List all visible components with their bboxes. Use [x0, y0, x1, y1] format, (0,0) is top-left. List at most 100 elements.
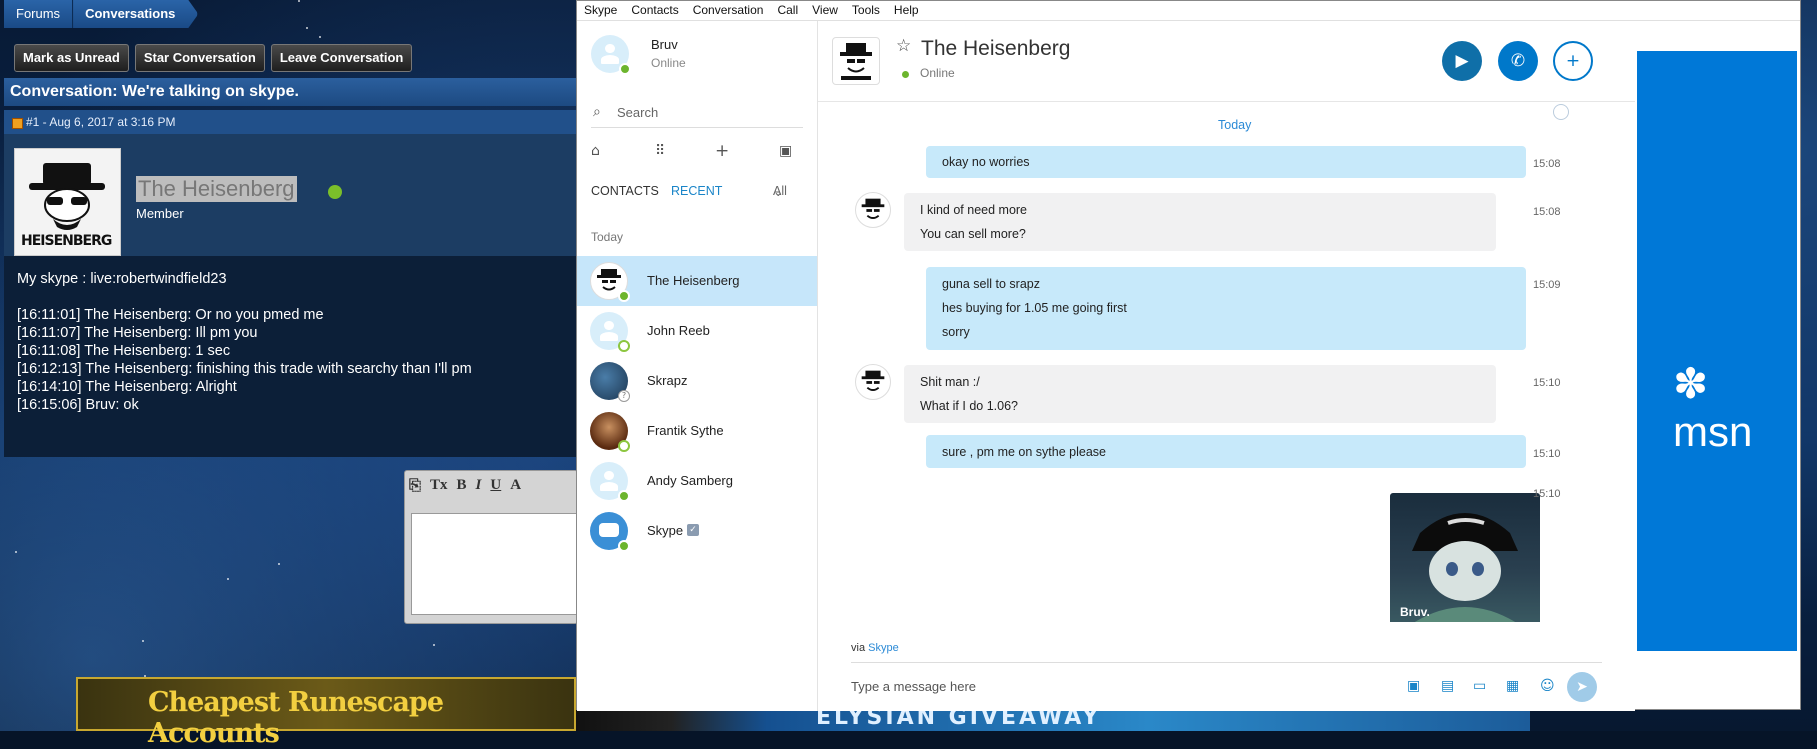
menu-call[interactable]: Call: [770, 1, 805, 20]
contact-item-andy-samberg[interactable]: Andy Samberg: [577, 456, 817, 506]
star-dot: [142, 640, 144, 642]
bot-icon[interactable]: ▣: [779, 143, 792, 159]
video-message-icon[interactable]: ▭: [1473, 678, 1486, 694]
message-incoming[interactable]: Shit man :/ What if I do 1.06?: [904, 365, 1496, 423]
msn-brand: msn: [1673, 408, 1753, 455]
via-skype-link[interactable]: Skype: [868, 642, 899, 654]
skype-window: Skype Contacts Conversation Call View To…: [576, 0, 1801, 711]
message-incoming[interactable]: I kind of need more You can sell more?: [904, 193, 1496, 251]
menu-tools[interactable]: Tools: [845, 1, 887, 20]
post-meta: #1 - Aug 6, 2017 at 3:16 PM: [4, 110, 576, 134]
contact-name: John Reeb: [647, 323, 710, 338]
menu-skype[interactable]: Skype: [577, 1, 624, 20]
my-status-dot: [619, 63, 631, 75]
post-line: [16:12:13] The Heisenberg: finishing thi…: [17, 361, 472, 377]
message-outgoing[interactable]: guna sell to srapz hes buying for 1.05 m…: [926, 267, 1526, 350]
search-icon: ⌕: [593, 103, 601, 119]
menu-view[interactable]: View: [805, 1, 845, 20]
post-line: [16:11:07] The Heisenberg: Ill pm you: [17, 325, 258, 341]
add-people-button[interactable]: +: [1553, 41, 1593, 81]
message-text: guna sell to srapz: [942, 277, 1040, 291]
menu-contacts[interactable]: Contacts: [624, 1, 685, 20]
star-dot: [227, 578, 229, 580]
chat-pane: ☆ The Heisenberg Online ▶ ✆ + Today okay…: [818, 21, 1635, 711]
font-color-button[interactable]: A: [510, 477, 521, 495]
conversation-actions: Mark as Unread Star Conversation Leave C…: [14, 44, 413, 72]
message-text: okay no worries: [942, 155, 1030, 169]
menu-help[interactable]: Help: [887, 1, 926, 20]
italic-button[interactable]: I: [476, 477, 482, 495]
status-offline-dot: [618, 340, 630, 352]
leave-conversation-button[interactable]: Leave Conversation: [270, 44, 413, 72]
globe-icon[interactable]: [1553, 104, 1569, 120]
menu-conversation[interactable]: Conversation: [686, 1, 771, 20]
message-outgoing[interactable]: sure , pm me on sythe please: [926, 435, 1526, 468]
post-meta-text[interactable]: #1 - Aug 6, 2017 at 3:16 PM: [26, 115, 175, 129]
banner-text: Cheapest Runescape Accounts: [148, 687, 444, 749]
post-line: My skype : live:robertwindfield23: [17, 271, 227, 287]
search-box[interactable]: ⌕ Search: [591, 99, 803, 128]
format-icon[interactable]: ⎘: [409, 477, 421, 495]
add-icon[interactable]: +: [715, 141, 729, 161]
contact-name: Andy Samberg: [647, 473, 733, 488]
chat-avatar[interactable]: [832, 37, 880, 85]
clear-format-icon[interactable]: Tx: [430, 477, 448, 495]
status-online-dot: [618, 540, 630, 552]
send-file-icon[interactable]: ▤: [1441, 678, 1454, 694]
heisenberg-avatar-icon: [840, 43, 872, 80]
contact-item-skrapz[interactable]: ? Skrapz: [577, 356, 817, 406]
star-dot: [306, 27, 308, 29]
msn-ad-panel[interactable]: ✽ msn Microsoft: [1637, 51, 1797, 690]
send-contact-icon[interactable]: ▦: [1506, 678, 1519, 694]
breadcrumb: Forums Conversations: [4, 0, 199, 28]
contact-item-john-reeb[interactable]: John Reeb: [577, 306, 817, 356]
reply-textarea[interactable]: [411, 513, 577, 615]
video-call-button[interactable]: ▶: [1442, 41, 1482, 81]
giveaway-banner-ad[interactable]: ELYSIAN GIVEAWAY: [576, 705, 1530, 731]
my-status[interactable]: Online: [651, 56, 686, 70]
author-avatar[interactable]: HEISENBERG: [14, 148, 121, 256]
editor-toolbar: ⎘ Tx B I U A: [409, 477, 521, 495]
via-label: via Skype: [851, 642, 899, 654]
tab-recent[interactable]: RECENT: [671, 184, 722, 198]
contact-name: The Heisenberg: [647, 273, 740, 288]
message-text: sure , pm me on sythe please: [942, 445, 1106, 459]
msn-logo: ✽ msn: [1673, 359, 1797, 456]
breadcrumb-conversations[interactable]: Conversations: [73, 0, 199, 28]
send-media-icon[interactable]: ▣: [1407, 678, 1420, 694]
mark-as-unread-button[interactable]: Mark as Unread: [14, 44, 129, 72]
audio-call-button[interactable]: ✆: [1498, 41, 1538, 81]
runescape-banner-ad[interactable]: Cheapest Runescape Accounts: [76, 677, 576, 749]
author-name[interactable]: The Heisenberg: [136, 176, 297, 202]
emoticon-icon[interactable]: ☺: [1540, 678, 1555, 694]
message-outgoing[interactable]: okay no worries: [926, 146, 1526, 178]
contact-item-skype[interactable]: Skype ✓: [577, 506, 817, 556]
message-input-placeholder[interactable]: Type a message here: [851, 679, 976, 694]
favorite-star-icon[interactable]: ☆: [896, 36, 911, 56]
bot-face-icon: [599, 523, 619, 537]
star-conversation-button[interactable]: Star Conversation: [134, 44, 265, 72]
tab-contacts[interactable]: CONTACTS: [591, 184, 659, 198]
chat-status-dot: [900, 69, 911, 80]
breadcrumb-forums[interactable]: Forums: [4, 0, 74, 28]
star-dot: [278, 563, 280, 565]
send-button[interactable]: ➤: [1567, 672, 1597, 702]
contact-item-the-heisenberg[interactable]: The Heisenberg: [577, 256, 817, 306]
underline-button[interactable]: U: [490, 477, 501, 495]
conversation-title: Conversation: We're talking on skype.: [4, 78, 576, 106]
contact-name: Skype: [647, 523, 684, 538]
message-text: I kind of need more: [920, 203, 1028, 217]
post-line: [16:14:10] The Heisenberg: Alright: [17, 379, 237, 395]
contact-item-frantik-sythe[interactable]: Frantik Sythe: [577, 406, 817, 456]
shared-photo[interactable]: Bruv.: [1390, 493, 1540, 622]
my-name[interactable]: Bruv: [651, 37, 678, 52]
bold-button[interactable]: B: [457, 477, 467, 495]
skype-sidebar: Bruv Online ⌕ Search ⌂ ⠿ + ▣ CONTACTS RE…: [577, 21, 818, 711]
butterfly-icon: ✽: [1673, 360, 1709, 407]
star-dot: [433, 644, 435, 646]
message-composer[interactable]: Type a message here ▣ ▤ ▭ ▦ ☺ ➤: [851, 662, 1602, 707]
send-arrow-icon: ➤: [1576, 679, 1588, 695]
chat-title[interactable]: The Heisenberg: [921, 37, 1070, 61]
home-icon[interactable]: ⌂: [591, 143, 600, 159]
dialpad-icon[interactable]: ⠿: [655, 143, 665, 159]
